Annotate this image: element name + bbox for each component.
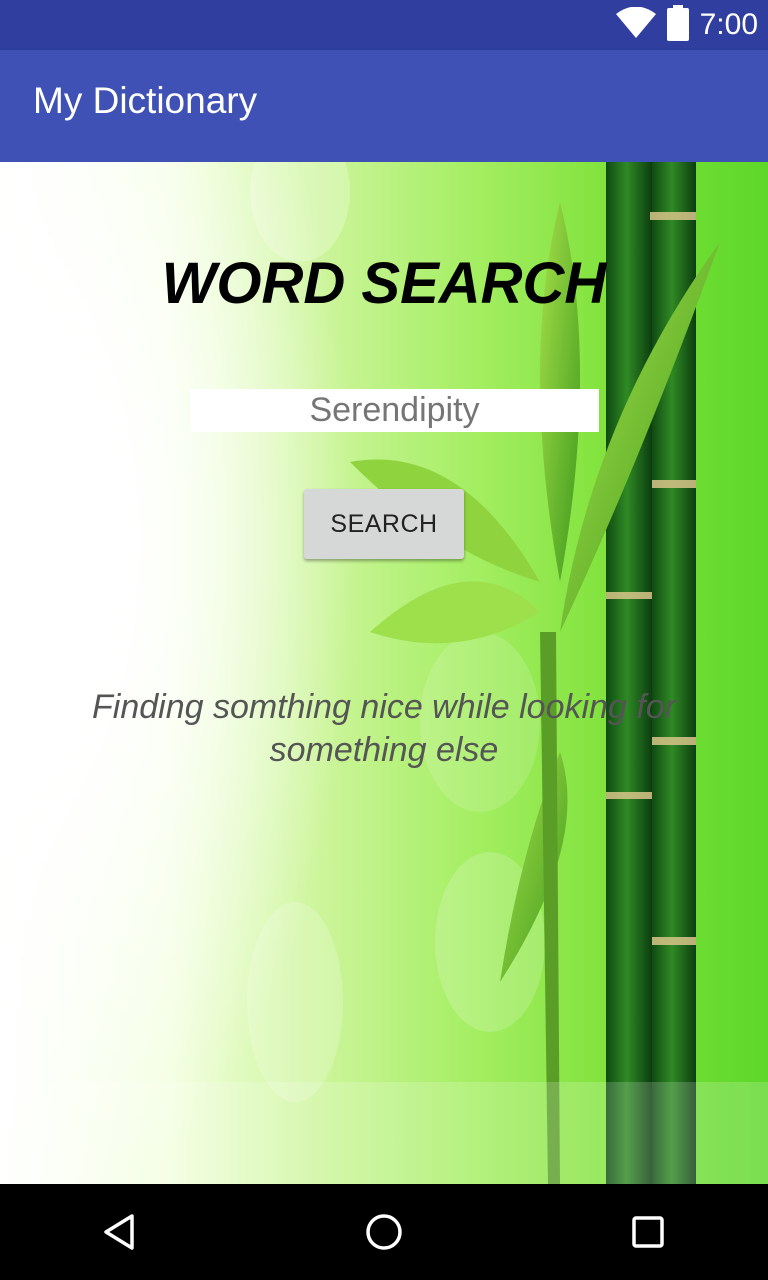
status-time: 7:00 xyxy=(699,8,758,41)
search-button[interactable]: SEARCH xyxy=(304,489,464,559)
main-content: WORD SEARCH SEARCH Finding somthing nice… xyxy=(0,162,768,1184)
app-bar: My Dictionary xyxy=(0,50,768,162)
app-title: My Dictionary xyxy=(33,80,258,121)
definition-text: Finding somthing nice while looking for … xyxy=(92,688,676,769)
page-title: WORD SEARCH xyxy=(161,251,607,316)
back-icon[interactable] xyxy=(90,1202,150,1262)
navigation-bar xyxy=(0,1184,768,1280)
search-input[interactable] xyxy=(190,389,599,432)
status-bar: 7:00 xyxy=(0,0,768,50)
recents-icon[interactable] xyxy=(618,1202,678,1262)
battery-icon xyxy=(666,4,690,46)
home-icon[interactable] xyxy=(354,1202,414,1262)
status-icons: 7:00 xyxy=(615,0,758,50)
wifi-icon xyxy=(615,6,656,44)
